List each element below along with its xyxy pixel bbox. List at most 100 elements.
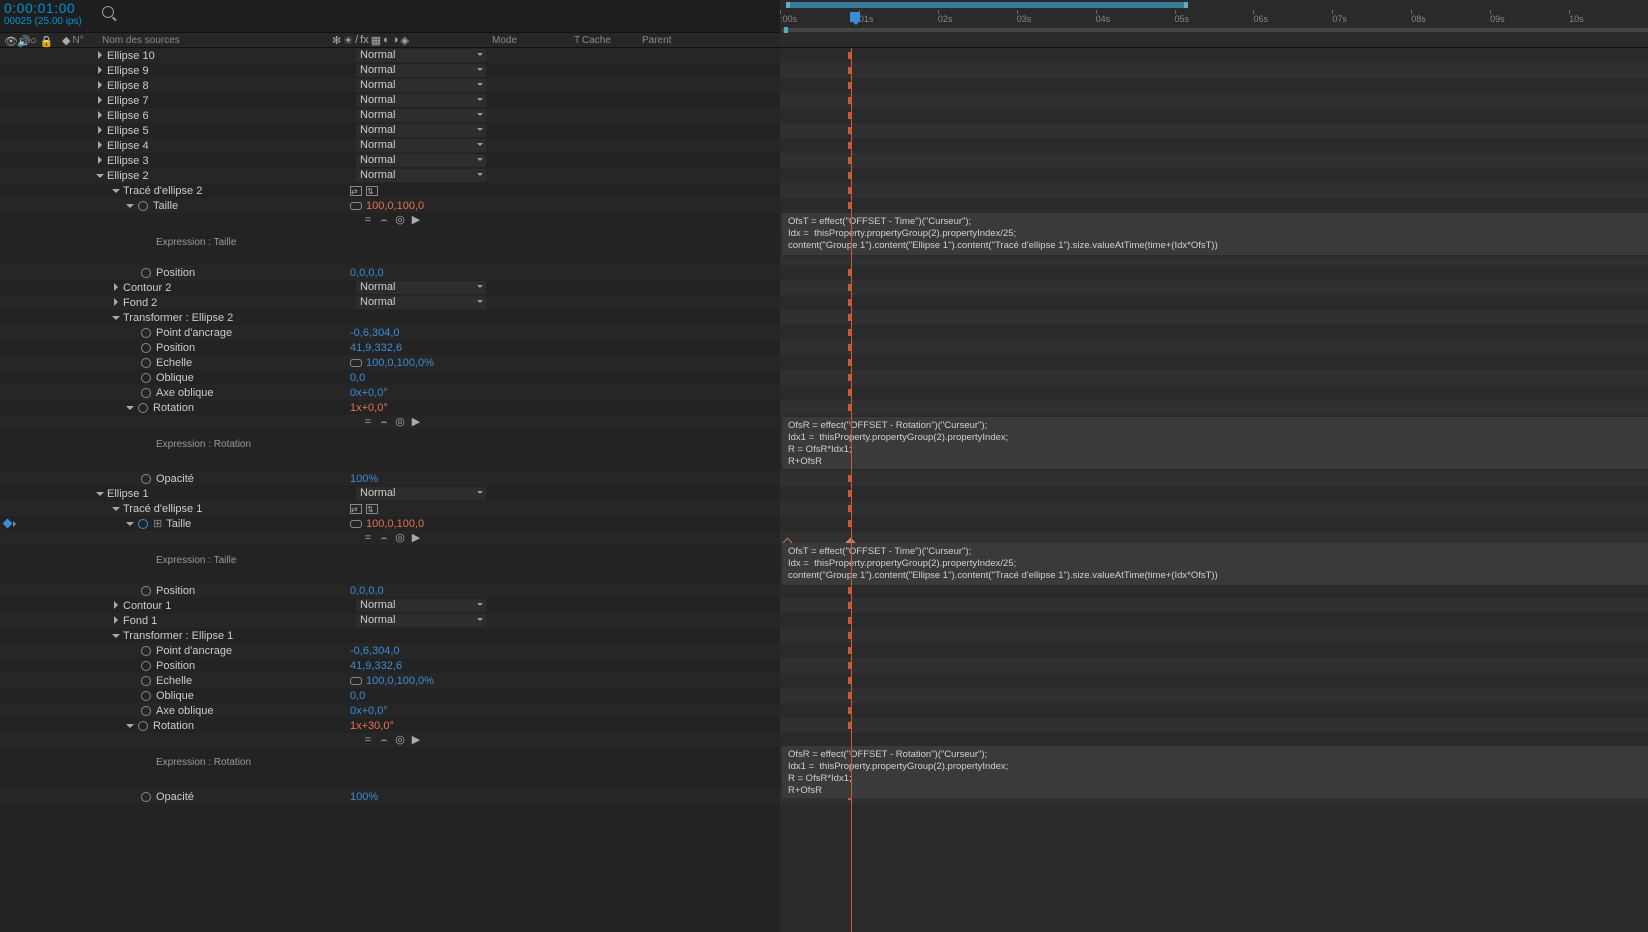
expr-equals-icon[interactable]: = — [362, 532, 374, 544]
expression-field-taille-e2[interactable]: OfsT = effect("OFFSET - Time")("Curseur"… — [782, 213, 1648, 255]
twirl-icon[interactable] — [112, 298, 121, 307]
value-echelle-e1[interactable]: 100,0,100,0% — [366, 675, 434, 687]
twirl-icon[interactable] — [112, 631, 121, 640]
frameblend-col-icon[interactable]: ▦ — [371, 34, 381, 47]
stopwatch-icon[interactable] — [140, 473, 152, 485]
expr-language-icon[interactable]: ▶ — [410, 734, 422, 746]
value-oblique-e2[interactable]: 0,0 — [350, 372, 365, 384]
property-position[interactable]: Position — [156, 660, 195, 672]
twirl-icon[interactable] — [96, 489, 105, 498]
stopwatch-icon[interactable] — [140, 690, 152, 702]
twirl-icon[interactable] — [112, 504, 121, 513]
value-opacite-e2[interactable]: 100% — [350, 473, 378, 485]
value-opacite-e1[interactable]: 100% — [350, 791, 378, 803]
value-position-e1[interactable]: 41,9,332,6 — [350, 660, 402, 672]
layer-ellipse-1[interactable]: Ellipse 1 — [107, 488, 149, 500]
twirl-icon[interactable] — [112, 313, 121, 322]
expr-graph-icon[interactable]: ⌢ — [378, 214, 390, 226]
column-number[interactable]: N° — [72, 35, 83, 46]
group-trace-ellipse-2[interactable]: Tracé d'ellipse 2 — [123, 185, 202, 197]
expr-graph-icon[interactable]: ⌢ — [378, 532, 390, 544]
expr-language-icon[interactable]: ▶ — [410, 416, 422, 428]
property-position[interactable]: Position — [156, 585, 195, 597]
property-taille[interactable]: Taille — [153, 200, 178, 212]
property-oblique[interactable]: Oblique — [156, 690, 194, 702]
twirl-icon[interactable] — [126, 721, 135, 730]
twirl-icon[interactable] — [96, 156, 105, 165]
value-rotation-e1[interactable]: 1x+30,0° — [350, 720, 394, 732]
layer-ellipse-10[interactable]: Ellipse 10 — [107, 50, 155, 62]
expr-language-icon[interactable]: ▶ — [410, 214, 422, 226]
group-contour-2[interactable]: Contour 2 — [123, 282, 171, 294]
twirl-icon[interactable] — [96, 81, 105, 90]
lock-icon[interactable]: 🔒 — [40, 35, 50, 45]
motionblur-col-icon[interactable]: ◐ — [383, 34, 390, 47]
property-anchor[interactable]: Point d'ancrage — [156, 327, 232, 339]
next-keyframe-icon[interactable] — [13, 521, 19, 527]
blend-mode-dropdown[interactable]: Normal — [356, 124, 486, 137]
expr-graph-icon[interactable]: ⌢ — [378, 734, 390, 746]
group-transformer-e2[interactable]: Transformer : Ellipse 2 — [123, 312, 233, 324]
shy-icon[interactable]: ✻ — [332, 34, 341, 47]
stopwatch-icon[interactable] — [140, 387, 152, 399]
value-anchor-e1[interactable]: -0,6,304,0 — [350, 645, 400, 657]
work-area-bar[interactable] — [786, 2, 1188, 8]
twirl-icon[interactable] — [112, 186, 121, 195]
property-echelle[interactable]: Echelle — [156, 675, 192, 687]
keyframe-navigator[interactable] — [4, 520, 19, 527]
blend-mode-dropdown[interactable]: Normal — [356, 296, 486, 309]
blend-mode-dropdown[interactable]: Normal — [356, 79, 486, 92]
blend-mode-dropdown[interactable]: Normal — [356, 487, 486, 500]
layer-ellipse-6[interactable]: Ellipse 6 — [107, 110, 149, 122]
stopwatch-icon[interactable] — [140, 327, 152, 339]
property-axe-oblique[interactable]: Axe oblique — [156, 705, 214, 717]
stopwatch-icon[interactable] — [140, 660, 152, 672]
blend-mode-dropdown[interactable]: Normal — [356, 109, 486, 122]
property-rotation[interactable]: Rotation — [153, 720, 194, 732]
separate-dimensions-icon[interactable]: ⊞ — [153, 517, 162, 530]
value-anchor-e2[interactable]: -0,6,304,0 — [350, 327, 400, 339]
stopwatch-icon[interactable] — [137, 720, 149, 732]
blend-mode-dropdown[interactable]: Normal — [356, 94, 486, 107]
constrain-link-icon[interactable] — [350, 359, 362, 367]
blend-mode-dropdown[interactable]: Normal — [356, 49, 486, 62]
constrain-link-icon[interactable] — [350, 520, 362, 528]
group-fond-2[interactable]: Fond 2 — [123, 297, 157, 309]
expr-equals-icon[interactable]: = — [362, 214, 374, 226]
property-position[interactable]: Position — [156, 267, 195, 279]
expr-equals-icon[interactable]: = — [362, 734, 374, 746]
shape-direction-icons[interactable]: ⇄⇅ — [350, 186, 378, 196]
twirl-icon[interactable] — [112, 283, 121, 292]
stopwatch-icon[interactable] — [140, 791, 152, 803]
blend-mode-dropdown[interactable]: Normal — [356, 281, 486, 294]
stopwatch-icon[interactable] — [140, 372, 152, 384]
group-contour-1[interactable]: Contour 1 — [123, 600, 171, 612]
layer-ellipse-3[interactable]: Ellipse 3 — [107, 155, 149, 167]
add-keyframe-icon[interactable] — [3, 519, 13, 529]
column-mode[interactable]: Mode — [492, 35, 517, 46]
twirl-icon[interactable] — [96, 96, 105, 105]
expression-field-rotation-e2[interactable]: OfsR = effect("OFFSET - Rotation")("Curs… — [782, 417, 1648, 469]
column-cache[interactable]: Cache — [582, 35, 611, 46]
twirl-icon[interactable] — [96, 171, 105, 180]
expr-pickwhip-icon[interactable]: ◎ — [394, 416, 406, 428]
expression-field-rotation-e1[interactable]: OfsR = effect("OFFSET - Rotation")("Curs… — [782, 746, 1648, 798]
twirl-icon[interactable] — [112, 616, 121, 625]
column-parent[interactable]: Parent — [642, 35, 671, 46]
value-position-shape-e2[interactable]: 0,0,0,0 — [350, 267, 384, 279]
blend-mode-dropdown[interactable]: Normal — [356, 154, 486, 167]
audio-icon[interactable]: 🔊 — [17, 35, 27, 45]
expr-language-icon[interactable]: ▶ — [410, 532, 422, 544]
property-axe-oblique[interactable]: Axe oblique — [156, 387, 214, 399]
twirl-icon[interactable] — [112, 601, 121, 610]
blend-mode-dropdown[interactable]: Normal — [356, 139, 486, 152]
property-taille[interactable]: Taille — [166, 518, 191, 530]
stopwatch-icon[interactable] — [140, 675, 152, 687]
blend-mode-dropdown[interactable]: Normal — [356, 614, 486, 627]
value-taille-e2[interactable]: 100,0,100,0 — [366, 200, 424, 212]
current-time-indicator[interactable] — [850, 12, 860, 22]
group-fond-1[interactable]: Fond 1 — [123, 615, 157, 627]
work-area-start-handle[interactable] — [784, 27, 788, 33]
blend-mode-dropdown[interactable]: Normal — [356, 64, 486, 77]
expression-field-taille-e1[interactable]: OfsT = effect("OFFSET - Time")("Curseur"… — [782, 543, 1648, 585]
